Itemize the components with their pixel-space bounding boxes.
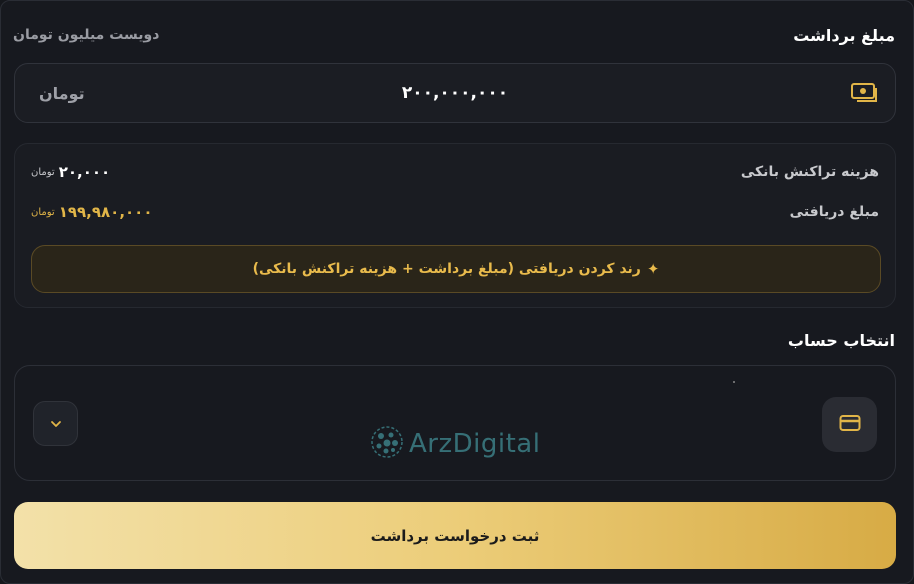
bank-fee-value: تومان ۲۰,۰۰۰: [31, 163, 110, 181]
stray-dot: [733, 381, 735, 383]
bank-fee-unit: تومان: [31, 166, 55, 178]
amount-value[interactable]: ۲۰۰,۰۰۰,۰۰۰: [15, 83, 895, 103]
received-unit: تومان: [31, 206, 55, 218]
amount-input[interactable]: تومان ۲۰۰,۰۰۰,۰۰۰: [14, 63, 896, 123]
received-amount: ۱۹۹,۹۸۰,۰۰۰: [58, 203, 153, 221]
received-row: مبلغ دریافتی تومان ۱۹۹,۹۸۰,۰۰۰: [31, 200, 879, 224]
chevron-down-icon: [49, 414, 63, 433]
watermark-logo-icon: [369, 424, 405, 464]
bank-fee-amount: ۲۰,۰۰۰: [58, 163, 111, 181]
received-value: تومان ۱۹۹,۹۸۰,۰۰۰: [31, 203, 153, 221]
account-dropdown-button[interactable]: [33, 401, 78, 446]
page-title: مبلغ برداشت: [793, 25, 895, 45]
amount-in-words: دویست میلیون تومان: [13, 27, 160, 43]
credit-card-icon: [839, 414, 861, 436]
watermark-text: ArzDigital: [409, 429, 541, 459]
withdraw-panel: مبلغ برداشت دویست میلیون تومان تومان ۲۰۰…: [0, 0, 914, 584]
round-amount-label: رند کردن دریافتی (مبلغ برداشت + هزینه تر…: [252, 261, 641, 277]
card-button[interactable]: [822, 397, 877, 452]
fee-summary: هزینه تراکنش بانکی تومان ۲۰,۰۰۰ مبلغ دری…: [14, 143, 896, 308]
money-icon: [849, 80, 881, 106]
account-select[interactable]: ArzDigital: [14, 365, 896, 481]
round-amount-button[interactable]: ✦ رند کردن دریافتی (مبلغ برداشت + هزینه …: [31, 245, 881, 293]
watermark: ArzDigital: [369, 424, 540, 464]
bank-fee-row: هزینه تراکنش بانکی تومان ۲۰,۰۰۰: [31, 160, 879, 184]
submit-withdraw-button[interactable]: ثبت درخواست برداشت: [14, 502, 896, 569]
sparkle-icon: ✦: [646, 260, 660, 278]
submit-label: ثبت درخواست برداشت: [370, 526, 540, 545]
account-section-title: انتخاب حساب: [787, 331, 895, 350]
currency-label: تومان: [39, 83, 85, 103]
amount-header: مبلغ برداشت دویست میلیون تومان: [13, 21, 895, 49]
received-label: مبلغ دریافتی: [789, 204, 879, 220]
bank-fee-label: هزینه تراکنش بانکی: [740, 164, 879, 180]
